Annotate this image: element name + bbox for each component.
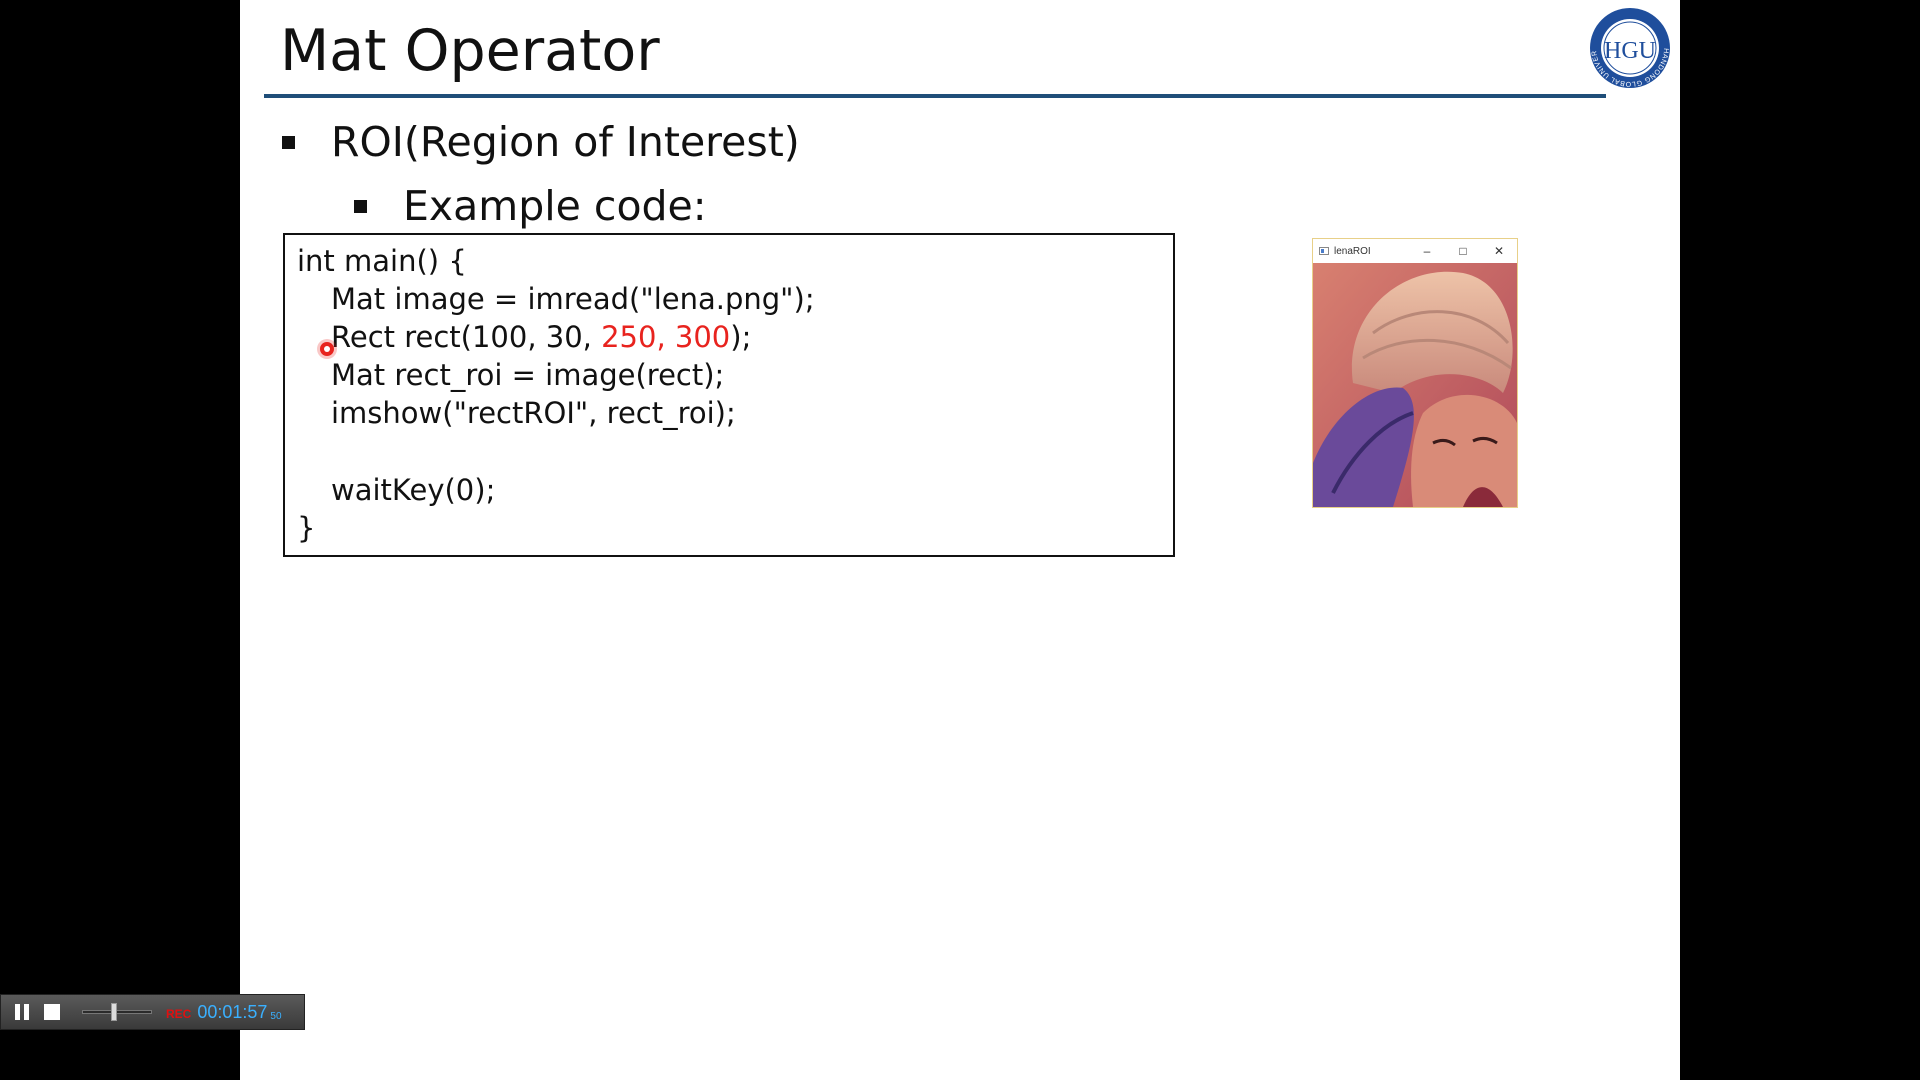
minimize-icon[interactable]: –: [1409, 244, 1445, 258]
close-icon[interactable]: ✕: [1481, 244, 1517, 258]
bullet-roi-text: ROI(Region of Interest): [331, 118, 800, 166]
rec-indicator: REC: [166, 1007, 192, 1021]
pointer-highlight: [320, 342, 334, 356]
title-divider: [264, 94, 1606, 98]
code-line: imshow("rectROI", rect_roi);: [331, 396, 736, 430]
code-line: Mat image = imread("lena.png");: [331, 282, 815, 316]
code-line: int main() {: [297, 244, 467, 278]
image-window[interactable]: lenaROI – □ ✕: [1312, 238, 1518, 508]
slide-title: Mat Operator: [280, 18, 660, 84]
slider-thumb[interactable]: [111, 1003, 117, 1021]
recording-time-fraction: 50: [270, 1010, 282, 1022]
presentation-slide: Mat Operator HGU HANDONG GLOBAL UNIVERSI…: [240, 0, 1680, 1080]
screen-recorder-toolbar: REC 00:01:57 50: [0, 994, 305, 1030]
image-window-title: lenaROI: [1334, 245, 1371, 257]
slider-track: [82, 1010, 152, 1014]
bullet-roi: ROI(Region of Interest): [282, 118, 800, 166]
code-line: Mat rect_roi = image(rect);: [331, 358, 725, 392]
university-seal-icon: HGU HANDONG GLOBAL UNIVERSITY: [1588, 6, 1670, 88]
bullet-example-code-text: Example code:: [403, 182, 707, 230]
code-line: Rect rect(100, 30, 250, 300);: [331, 320, 751, 354]
code-highlight: 250, 300: [601, 320, 731, 354]
bullet-example-code: Example code:: [354, 182, 707, 230]
bullet-marker: [354, 199, 367, 213]
code-line-text: Rect rect(100, 30,: [331, 320, 602, 354]
code-line-tail: );: [730, 320, 752, 354]
bullet-marker: [282, 135, 295, 149]
window-app-icon: [1319, 247, 1329, 255]
roi-image: [1313, 263, 1517, 507]
code-line: waitKey(0);: [331, 473, 496, 507]
recorder-volume-slider[interactable]: [82, 1003, 152, 1021]
maximize-icon[interactable]: □: [1445, 244, 1481, 258]
image-window-titlebar[interactable]: lenaROI – □ ✕: [1313, 239, 1517, 263]
code-line: }: [297, 511, 316, 545]
recording-time: 00:01:57: [197, 1001, 268, 1022]
logo-monogram: HGU: [1604, 38, 1656, 64]
stop-icon[interactable]: [44, 1004, 60, 1020]
pause-icon[interactable]: [14, 1004, 30, 1020]
screen: Mat Operator HGU HANDONG GLOBAL UNIVERSI…: [0, 0, 1920, 1080]
